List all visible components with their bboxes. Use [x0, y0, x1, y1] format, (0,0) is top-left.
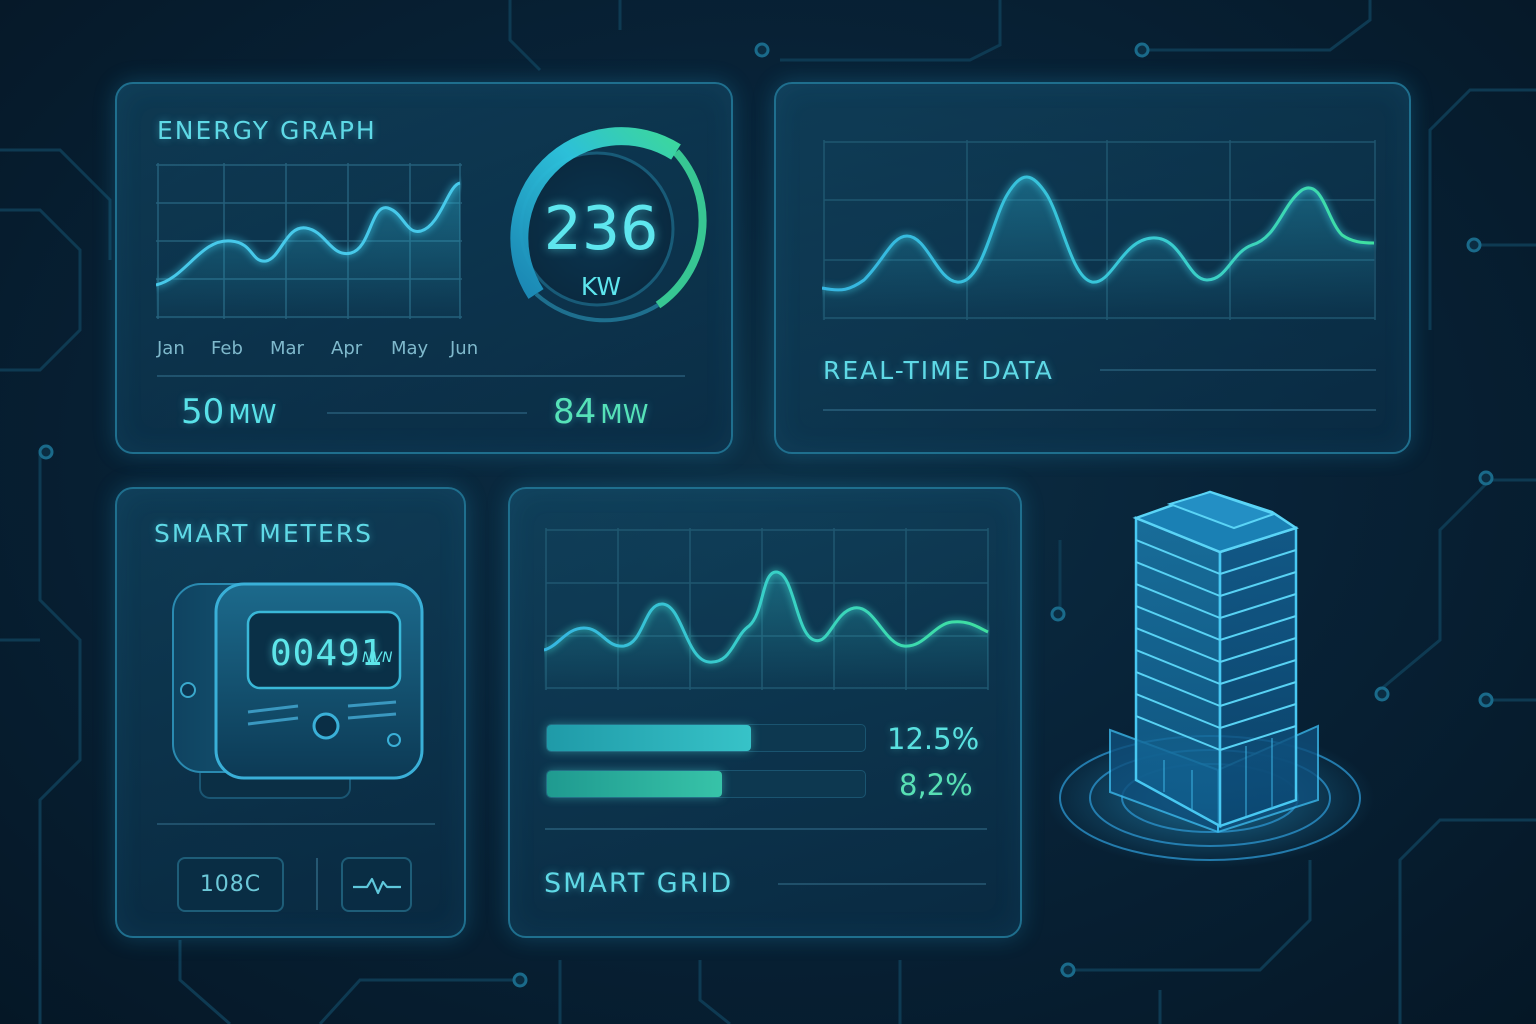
realtime-data-title: REAL-TIME DATA [823, 356, 1054, 385]
month-label: Feb [211, 338, 243, 359]
stat-value-left: 50 MW [181, 392, 276, 432]
smart-grid-wave-area [544, 572, 988, 690]
stat-number: 84 [553, 392, 597, 432]
grid-progress-fill [547, 725, 751, 751]
smart-meter-device [172, 582, 424, 799]
divider [823, 409, 1376, 411]
realtime-wave-chart [822, 140, 1376, 320]
divider [157, 823, 435, 825]
month-label: Jun [450, 338, 479, 359]
grid-progress-value: 8,2% [899, 768, 973, 802]
stat-value-right: 84 MW [553, 392, 648, 432]
gauge-value: 236 [543, 194, 659, 264]
gauge-unit: KW [580, 272, 622, 301]
smart-meters-title: SMART METERS [154, 519, 373, 548]
meter-display-unit: NVN [362, 650, 393, 666]
meter-code-label: 108C [199, 872, 262, 897]
divider [157, 375, 685, 377]
energy-line-chart [156, 163, 462, 319]
month-label: Mar [270, 338, 304, 359]
skyscraper-hologram-icon [1050, 490, 1375, 868]
grid-progress-fill [547, 771, 722, 797]
stat-unit: MW [600, 400, 649, 430]
stat-number: 50 [181, 392, 225, 432]
vertical-divider [316, 858, 318, 910]
grid-progress-bar [546, 770, 866, 798]
month-label: Apr [331, 338, 363, 359]
pulse-wave-icon [352, 877, 401, 894]
grid-progress-value: 12.5% [887, 722, 980, 756]
smart-grid-title: SMART GRID [544, 868, 734, 899]
realtime-wave-area [822, 176, 1374, 320]
meter-code-chip[interactable]: 108C [177, 857, 284, 912]
divider [545, 828, 987, 830]
smart-grid-wave-chart [544, 528, 989, 690]
month-label: Jan [157, 338, 185, 359]
divider [778, 883, 986, 885]
grid-progress-bar [546, 724, 866, 752]
stat-unit: MW [228, 400, 277, 430]
pulse-button[interactable] [341, 857, 412, 912]
month-label: May [391, 338, 429, 359]
divider [1100, 369, 1376, 371]
divider [327, 412, 527, 414]
energy-graph-title: ENERGY GRAPH [157, 116, 377, 145]
